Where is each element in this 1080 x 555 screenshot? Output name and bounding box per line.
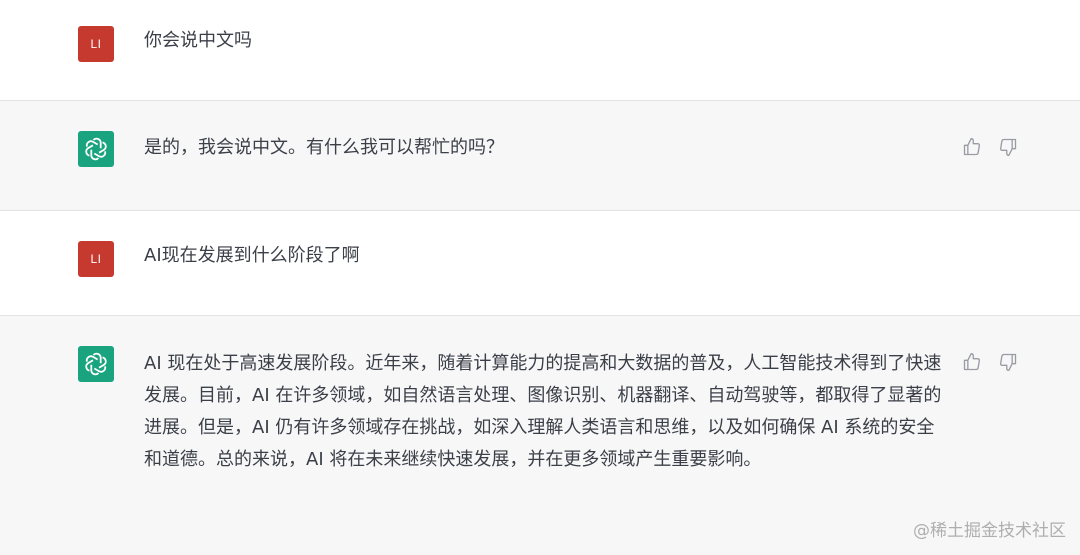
thumbs-down-icon[interactable]	[998, 137, 1018, 157]
user-message-text: 你会说中文吗	[144, 30, 252, 51]
thumbs-down-icon[interactable]	[998, 352, 1018, 372]
user-message-text: AI现在发展到什么阶段了啊	[144, 245, 360, 266]
user-avatar-initials: LI	[90, 252, 102, 266]
assistant-message-text: AI 现在处于高速发展阶段。近年来，随着计算能力的提高和大数据的普及，人工智能技…	[144, 353, 942, 470]
openai-logo-icon	[78, 131, 114, 167]
watermark-text: @稀土掘金技术社区	[913, 521, 1066, 541]
user-message-row: LI AI现在发展到什么阶段了啊	[0, 211, 1080, 315]
feedback-actions	[962, 137, 1018, 157]
assistant-message-row: 是的，我会说中文。有什么我可以帮忙的吗？	[0, 100, 1080, 211]
openai-logo-icon	[78, 346, 114, 382]
user-avatar: LI	[78, 241, 114, 277]
user-avatar-initials: LI	[90, 37, 102, 51]
chat-thread: LI 你会说中文吗 是的，我会说中文。有什么我可以帮忙的吗？ LI AI现在发展…	[0, 0, 1080, 555]
thumbs-up-icon[interactable]	[962, 137, 982, 157]
thumbs-up-icon[interactable]	[962, 352, 982, 372]
user-avatar: LI	[78, 26, 114, 62]
assistant-message-text: 是的，我会说中文。有什么我可以帮忙的吗？	[144, 137, 504, 158]
feedback-actions	[962, 352, 1018, 372]
openai-logo-icon	[85, 137, 107, 161]
openai-logo-icon	[85, 352, 107, 376]
user-message-row: LI 你会说中文吗	[0, 0, 1080, 100]
